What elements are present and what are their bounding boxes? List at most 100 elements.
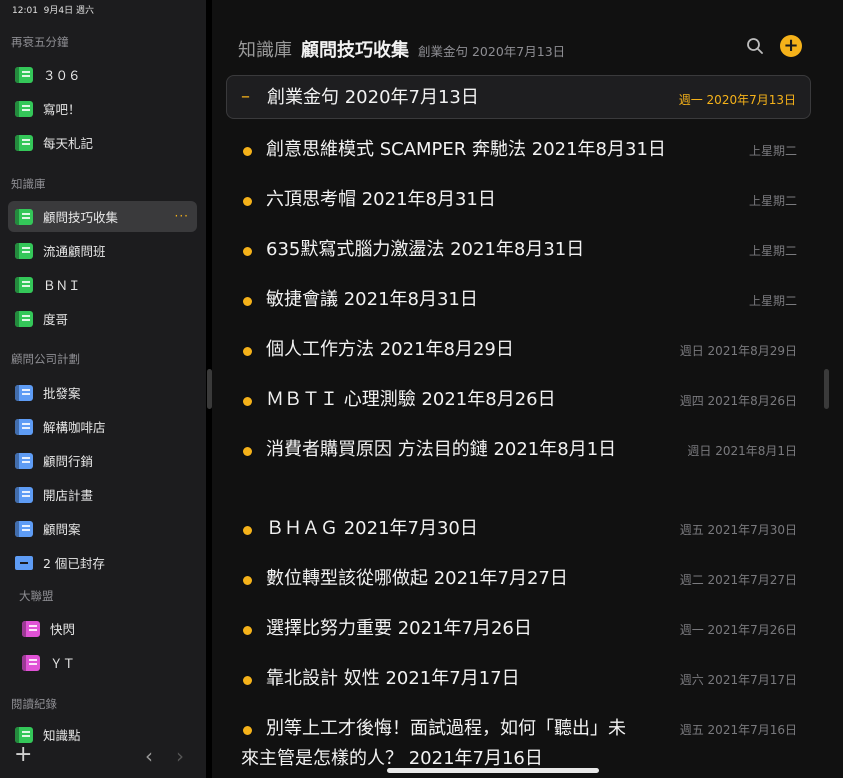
note-title: 創意思維模式 SCAMPER 奔馳法 2021年8月31日 xyxy=(266,139,666,160)
sidebar-item[interactable]: 流通顧問班 xyxy=(8,235,197,266)
sidebar-item-label: 批發案 xyxy=(43,386,81,401)
scroll-indicator[interactable] xyxy=(824,369,829,409)
note-title: ＭＢＴＩ 心理測驗 2021年8月26日 xyxy=(266,389,556,410)
note-row[interactable]: ＢＨＡＧ 2021年7月30日 週五 2021年7月30日 xyxy=(226,514,811,548)
search-icon[interactable] xyxy=(746,37,764,55)
section-title[interactable]: 知識庫 xyxy=(11,176,46,192)
section-title[interactable]: 顧問公司計劃 xyxy=(11,351,80,367)
note-date: 週六 2021年7月17日 xyxy=(679,673,797,687)
note-date: 上星期二 xyxy=(748,294,797,308)
sidebar-item-label: ＢＮＩ xyxy=(43,278,81,293)
sidebar-item[interactable]: 解構咖啡店 xyxy=(8,411,197,442)
forward-button[interactable]: › xyxy=(176,744,184,768)
notebook-icon xyxy=(15,520,33,537)
section-title[interactable]: 閱讀紀錄 xyxy=(11,696,57,712)
notebook-icon xyxy=(15,66,33,83)
note-title: 消費者購買原因 方法目的鏈 2021年8月1日 xyxy=(266,439,617,460)
section-title[interactable]: 大聯盟 xyxy=(19,588,54,604)
bullet-icon xyxy=(243,576,252,585)
sidebar-item-label: ＹＴ xyxy=(50,656,76,671)
bullet-icon xyxy=(243,397,252,406)
note-date: 週日 2021年8月1日 xyxy=(687,444,797,458)
notebook-icon xyxy=(15,276,33,293)
sidebar-item[interactable]: 每天札記 xyxy=(8,127,197,158)
sidebar-item-selected[interactable]: 顧問技巧收集 ··· xyxy=(8,201,197,232)
sidebar-item[interactable]: 顧問行銷 xyxy=(8,445,197,476)
home-indicator[interactable] xyxy=(387,768,599,773)
breadcrumb: 知識庫 顧問技巧收集 創業金句 2020年7月13日 xyxy=(238,36,565,62)
expand-dash-icon: – xyxy=(241,86,250,107)
status-bar: 12:01 9月4日 週六 xyxy=(12,3,94,16)
note-title: 選擇比努力重要 2021年7月26日 xyxy=(266,618,532,639)
note-date: 週四 2021年8月26日 xyxy=(679,394,797,408)
sidebar-item-label: 寫吧！ xyxy=(43,102,81,117)
note-title: 個人工作方法 2021年8月29日 xyxy=(266,339,514,360)
sidebar-item-label: 每天札記 xyxy=(43,136,94,151)
sidebar-item[interactable]: ３０６ xyxy=(8,59,197,90)
sidebar-item-label: 流通顧問班 xyxy=(43,244,106,259)
note-list-panel: 知識庫 顧問技巧收集 創業金句 2020年7月13日 + – 創業金句 2020… xyxy=(212,0,843,778)
notebook-icon xyxy=(15,134,33,151)
sidebar-item[interactable]: 快閃 xyxy=(15,613,197,644)
notebook-icon xyxy=(15,384,33,401)
note-row[interactable]: 靠北設計 奴性 2021年7月17日 週六 2021年7月17日 xyxy=(226,664,811,698)
archived-notebooks[interactable]: 2 個已封存 xyxy=(8,547,197,578)
sidebar-item[interactable]: 顧問案 xyxy=(8,513,197,544)
sidebar: 12:01 9月4日 週六 再衰五分鐘 ３０６ 寫吧！ 每天札記 知識庫 顧問技… xyxy=(0,0,206,778)
bullet-icon xyxy=(243,676,252,685)
sidebar-toolbar: + ‹ › xyxy=(0,738,206,778)
bullet-icon xyxy=(243,197,252,206)
note-date: 週五 2021年7月16日 xyxy=(679,723,797,737)
sidebar-item[interactable]: 開店計畫 xyxy=(8,479,197,510)
note-row-current[interactable]: – 創業金句 2020年7月13日 週一 2020年7月13日 xyxy=(226,75,811,119)
library-title[interactable]: 知識庫 xyxy=(238,36,292,62)
note-row[interactable]: 選擇比努力重要 2021年7月26日 週一 2021年7月26日 xyxy=(226,614,811,648)
bullet-icon xyxy=(243,147,252,156)
sidebar-item[interactable]: 批發案 xyxy=(8,377,197,408)
note-row[interactable]: 消費者購買原因 方法目的鏈 2021年8月1日 週日 2021年8月1日 xyxy=(226,435,811,495)
note-date: 週五 2021年7月30日 xyxy=(679,523,797,537)
bullet-icon xyxy=(243,247,252,256)
sidebar-item[interactable]: 寫吧！ xyxy=(8,93,197,124)
add-note-button[interactable]: + xyxy=(780,35,802,57)
note-row[interactable]: ＭＢＴＩ 心理測驗 2021年8月26日 週四 2021年8月26日 xyxy=(226,385,811,419)
sidebar-item-label: 度哥 xyxy=(43,312,69,327)
note-title: 數位轉型該從哪做起 2021年7月27日 xyxy=(266,568,568,589)
sidebar-item-label: 開店計畫 xyxy=(43,488,94,503)
note-date: 上星期二 xyxy=(748,194,797,208)
notebook-icon xyxy=(22,654,40,671)
notebook-icon xyxy=(15,418,33,435)
note-date: 週一 2020年7月13日 xyxy=(678,93,796,107)
sidebar-item-label: 顧問技巧收集 xyxy=(43,210,119,225)
add-notebook-button[interactable]: + xyxy=(14,744,32,766)
note-title: 靠北設計 奴性 2021年7月17日 xyxy=(266,668,520,689)
sidebar-item[interactable]: 度哥 xyxy=(8,303,197,334)
sidebar-item[interactable]: ＢＮＩ xyxy=(8,269,197,300)
sidebar-item[interactable]: ＹＴ xyxy=(15,647,197,678)
more-options-icon[interactable]: ··· xyxy=(175,209,189,223)
section-title[interactable]: 再衰五分鐘 xyxy=(11,34,69,50)
back-button[interactable]: ‹ xyxy=(145,744,153,768)
note-date: 週二 2021年7月27日 xyxy=(679,573,797,587)
notebook-icon xyxy=(22,620,40,637)
note-title: 別等上工才後悔！面試過程，如何「聽出」未來主管是怎樣的人？ 2021年7月16日 xyxy=(241,718,626,769)
sidebar-item-label: 顧問行銷 xyxy=(43,454,94,469)
note-title: ＢＨＡＧ 2021年7月30日 xyxy=(266,518,478,539)
current-note-title: 創業金句 2020年7月13日 xyxy=(418,44,566,59)
note-row[interactable]: 六頂思考帽 2021年8月31日 上星期二 xyxy=(226,185,811,219)
note-row[interactable]: 個人工作方法 2021年8月29日 週日 2021年8月29日 xyxy=(226,335,811,369)
note-row[interactable]: 635默寫式腦力激盪法 2021年8月31日 上星期二 xyxy=(226,235,811,269)
note-title: 敏捷會議 2021年8月31日 xyxy=(266,289,478,310)
note-date: 週一 2021年7月26日 xyxy=(679,623,797,637)
notebook-icon xyxy=(15,208,33,225)
notebook-icon xyxy=(15,310,33,327)
note-row[interactable]: 創意思維模式 SCAMPER 奔馳法 2021年8月31日 上星期二 xyxy=(226,135,811,171)
sidebar-item-label: 2 個已封存 xyxy=(43,556,105,571)
note-row[interactable]: 數位轉型該從哪做起 2021年7月27日 週二 2021年7月27日 xyxy=(226,564,811,598)
bullet-icon xyxy=(243,347,252,356)
note-title: 六頂思考帽 2021年8月31日 xyxy=(266,189,496,210)
bullet-icon xyxy=(243,526,252,535)
notebook-icon xyxy=(15,452,33,469)
note-row[interactable]: 敏捷會議 2021年8月31日 上星期二 xyxy=(226,285,811,319)
note-date: 上星期二 xyxy=(748,244,797,258)
